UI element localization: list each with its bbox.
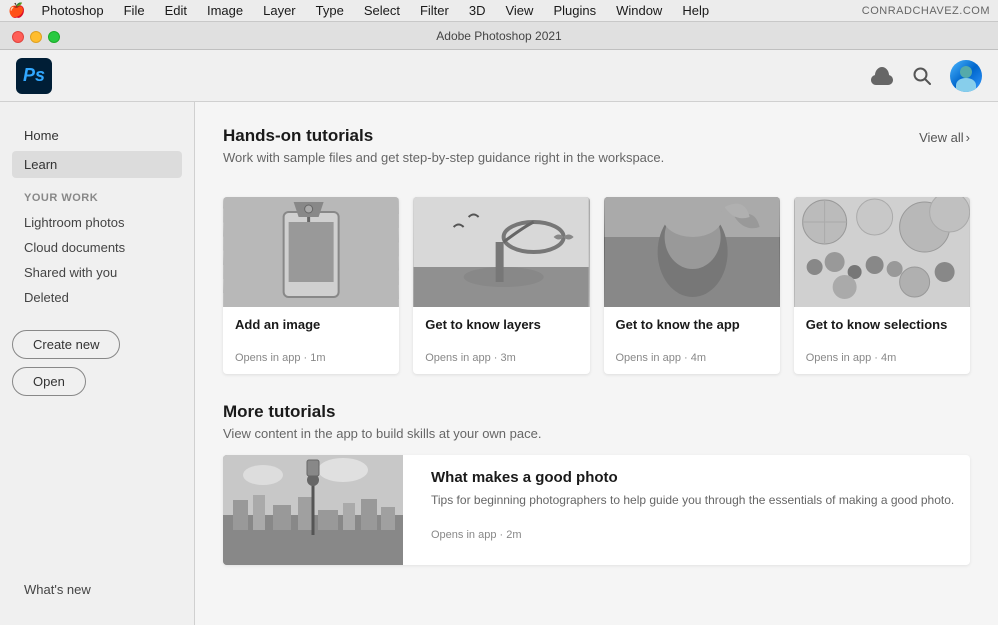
header-actions [870, 60, 982, 92]
card-title-0: Add an image [235, 317, 387, 332]
more-tutorials-title: More tutorials [223, 402, 970, 422]
menu-edit[interactable]: Edit [161, 1, 191, 20]
card-title-1: Get to know layers [425, 317, 577, 332]
tutorials-header-text: Hands-on tutorials Work with sample file… [223, 126, 664, 181]
more-card-desc: Tips for beginning photographers to help… [431, 492, 958, 509]
apple-logo-icon[interactable]: 🍎 [8, 2, 25, 19]
card-meta-3: Opens in app · 4m [806, 352, 958, 364]
minimize-button[interactable] [30, 31, 42, 43]
menu-layer[interactable]: Layer [259, 1, 300, 20]
app-body: Home Learn YOUR WORK Lightroom photos Cl… [0, 102, 998, 625]
app-header: Ps [0, 50, 998, 102]
maximize-button[interactable] [48, 31, 60, 43]
more-card-title: What makes a good photo [431, 469, 958, 486]
view-all-link[interactable]: View all › [919, 130, 970, 145]
card-body-0: Add an image Opens in app · 1m [223, 307, 399, 374]
card-body-3: Get to know selections Opens in app · 4m [794, 307, 970, 374]
menu-image[interactable]: Image [203, 1, 247, 20]
photoshop-logo[interactable]: Ps [16, 58, 52, 94]
main-content: Hands-on tutorials Work with sample file… [195, 102, 998, 625]
chevron-right-icon: › [966, 130, 970, 145]
menu-select[interactable]: Select [360, 1, 404, 20]
avatar[interactable] [950, 60, 982, 92]
whats-new-link[interactable]: What's new [24, 582, 170, 597]
menu-3d[interactable]: 3D [465, 1, 490, 20]
tutorial-card-0[interactable]: Add an image Opens in app · 1m [223, 197, 399, 374]
open-button[interactable]: Open [12, 367, 86, 396]
your-work-label: YOUR WORK [12, 180, 182, 210]
card-meta-0: Opens in app · 1m [235, 352, 387, 364]
sidebar-item-deleted[interactable]: Deleted [12, 285, 182, 310]
sidebar: Home Learn YOUR WORK Lightroom photos Cl… [0, 102, 195, 625]
more-card-body: What makes a good photo Tips for beginni… [419, 455, 970, 565]
sidebar-item-learn[interactable]: Learn [12, 151, 182, 178]
sidebar-item-cloud[interactable]: Cloud documents [12, 235, 182, 260]
menu-window[interactable]: Window [612, 1, 666, 20]
card-body-2: Get to know the app Opens in app · 4m [604, 307, 780, 374]
menu-filter[interactable]: Filter [416, 1, 453, 20]
cloud-icon[interactable] [870, 64, 894, 88]
card-title-3: Get to know selections [806, 317, 958, 332]
card-body-1: Get to know layers Opens in app · 3m [413, 307, 589, 374]
search-icon[interactable] [910, 64, 934, 88]
sidebar-item-home[interactable]: Home [12, 122, 182, 149]
title-bar: Adobe Photoshop 2021 [0, 22, 998, 50]
menu-bar: 🍎 Photoshop File Edit Image Layer Type S… [0, 0, 998, 22]
sidebar-buttons: Create new Open [12, 330, 182, 396]
more-card-image [223, 455, 403, 565]
sidebar-bottom: What's new [12, 574, 182, 605]
window-controls [12, 31, 60, 43]
menu-plugins[interactable]: Plugins [549, 1, 600, 20]
tutorials-title: Hands-on tutorials [223, 126, 664, 146]
close-button[interactable] [12, 31, 24, 43]
tutorials-subtitle: Work with sample files and get step-by-s… [223, 150, 664, 165]
more-tutorials-subtitle: View content in the app to build skills … [223, 426, 970, 441]
sidebar-item-lightroom[interactable]: Lightroom photos [12, 210, 182, 235]
sidebar-item-shared[interactable]: Shared with you [12, 260, 182, 285]
menu-view[interactable]: View [501, 1, 537, 20]
card-meta-1: Opens in app · 3m [425, 352, 577, 364]
tutorial-card-1[interactable]: Get to know layers Opens in app · 3m [413, 197, 589, 374]
create-new-button[interactable]: Create new [12, 330, 120, 359]
menu-help[interactable]: Help [678, 1, 713, 20]
menu-type[interactable]: Type [312, 1, 348, 20]
menu-photoshop[interactable]: Photoshop [37, 1, 107, 20]
tutorial-card-2[interactable]: Get to know the app Opens in app · 4m [604, 197, 780, 374]
website-link: CONRADCHAVEZ.COM [862, 5, 990, 17]
card-image-0 [223, 197, 399, 307]
window-title: Adobe Photoshop 2021 [436, 29, 561, 43]
card-image-1 [413, 197, 589, 307]
tutorial-cards-row: Add an image Opens in app · 1m [223, 197, 970, 374]
card-title-2: Get to know the app [616, 317, 768, 332]
card-image-2 [604, 197, 780, 307]
card-image-3 [794, 197, 970, 307]
more-card-meta: Opens in app · 2m [431, 529, 958, 541]
tutorial-card-3[interactable]: Get to know selections Opens in app · 4m [794, 197, 970, 374]
tutorials-section-header: Hands-on tutorials Work with sample file… [223, 126, 970, 181]
more-tutorials-section: More tutorials View content in the app t… [223, 402, 970, 565]
card-meta-2: Opens in app · 4m [616, 352, 768, 364]
more-tutorial-card[interactable]: What makes a good photo Tips for beginni… [223, 455, 970, 565]
menu-file[interactable]: File [120, 1, 149, 20]
